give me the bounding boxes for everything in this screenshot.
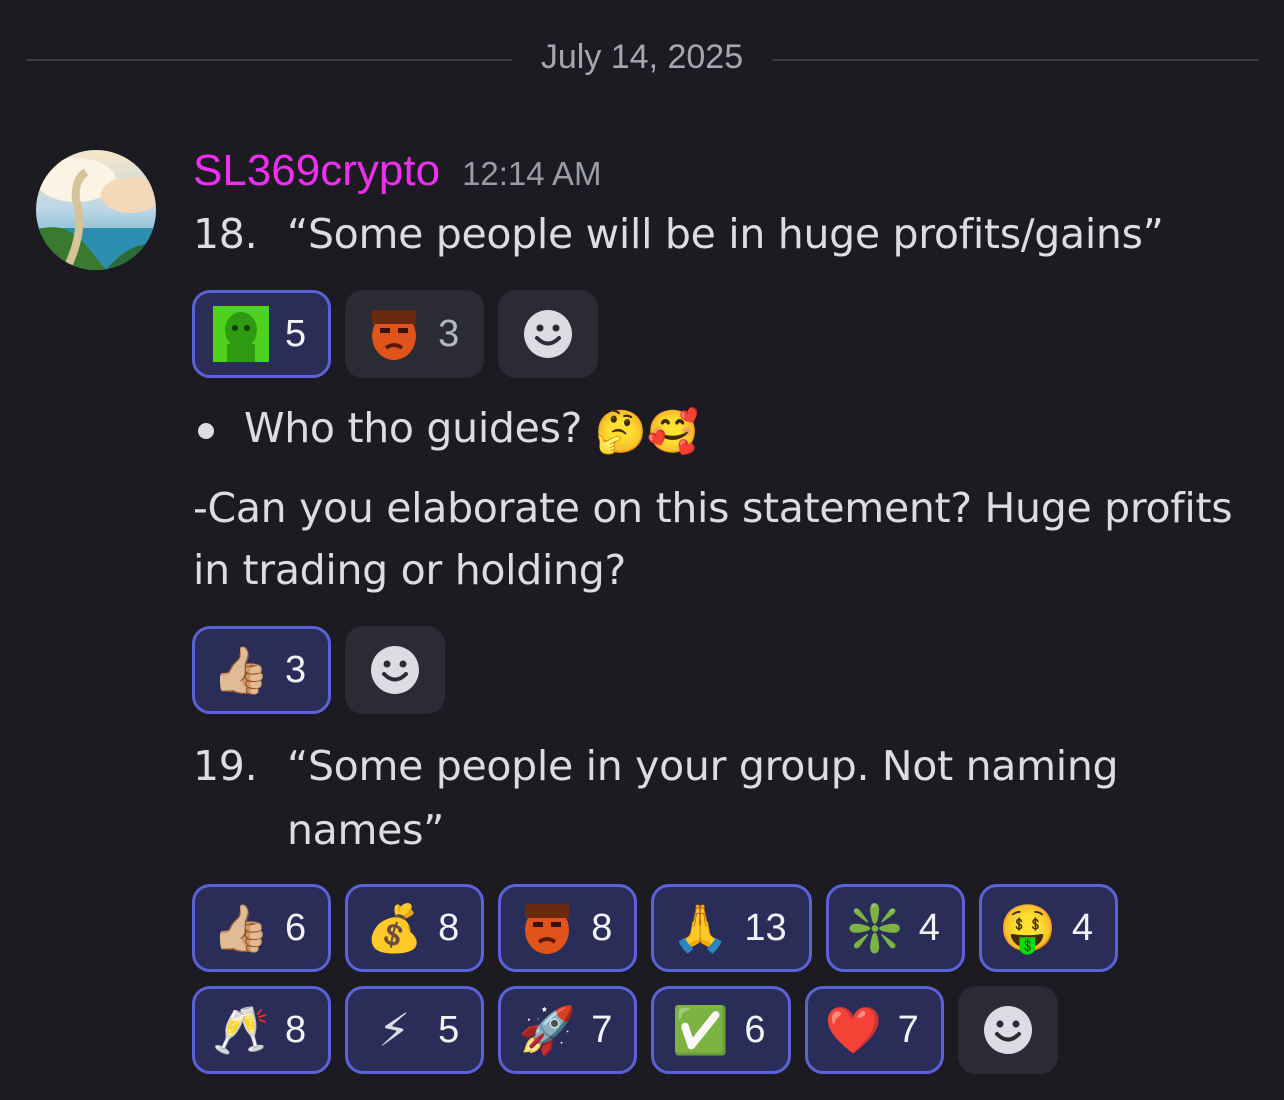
bullet-point bbox=[198, 423, 214, 439]
heart-icon: ❤️ bbox=[824, 1003, 883, 1057]
rocket-icon: 🚀 bbox=[518, 1003, 576, 1057]
thinking-face-icon: 🤔🥰 bbox=[594, 407, 699, 456]
reaction-leo[interactable]: 3 bbox=[345, 290, 485, 378]
add-reaction-smiley-icon bbox=[371, 646, 420, 694]
champagne-icon: 🥂 bbox=[212, 1003, 270, 1057]
reaction-check-mark[interactable]: ✅ 6 bbox=[651, 986, 791, 1074]
bullet-text: Who tho guides? bbox=[244, 404, 583, 452]
reaction-count: 5 bbox=[285, 312, 307, 355]
reaction-count: 3 bbox=[438, 312, 460, 355]
reaction-count: 8 bbox=[285, 1008, 307, 1051]
reaction-count: 7 bbox=[897, 1008, 919, 1051]
reaction-count: 8 bbox=[438, 906, 460, 949]
reaction-money-bag[interactable]: 💰 8 bbox=[345, 884, 485, 972]
reaction-sparkle[interactable]: ❇️ 4 bbox=[825, 884, 965, 972]
item-19-continued: names” bbox=[287, 806, 445, 854]
reaction-bar: 🥂 8 ⚡ 5 🚀 7 ✅ 6 ❤️ 7 bbox=[192, 986, 1058, 1074]
date-divider-label: July 14, 2025 bbox=[540, 38, 744, 76]
reaction-bar: 5 3 bbox=[192, 290, 599, 378]
add-reaction-button[interactable] bbox=[957, 986, 1058, 1074]
bullet-line: Who tho guides? 🤔🥰 bbox=[244, 404, 699, 457]
reaction-count: 4 bbox=[918, 906, 940, 949]
reaction-count: 13 bbox=[744, 906, 787, 949]
reaction-count: 3 bbox=[285, 648, 307, 691]
reaction-count: 8 bbox=[591, 906, 613, 949]
add-reaction-button[interactable] bbox=[345, 626, 446, 714]
thumbs-up-icon: 👍🏼 bbox=[212, 643, 270, 697]
reaction-count: 4 bbox=[1071, 906, 1093, 949]
add-reaction-smiley-icon bbox=[524, 310, 573, 358]
leo-face-sticker-icon bbox=[519, 900, 575, 956]
reaction-lightning[interactable]: ⚡ 5 bbox=[345, 986, 485, 1074]
add-reaction-button[interactable] bbox=[498, 290, 599, 378]
message-header: SL369crypto 12:14 AM bbox=[193, 146, 602, 196]
thumbs-up-icon: 👍🏼 bbox=[212, 901, 270, 955]
praying-hands-icon: 🙏 bbox=[671, 901, 730, 955]
reaction-bar: 👍🏼 6 💰 8 8 🙏 13 ❇️ 4 🤑 4 bbox=[192, 884, 1118, 972]
paragraph-line-2: in trading or holding? bbox=[193, 546, 626, 594]
reaction-pepe[interactable]: 5 bbox=[192, 290, 332, 378]
reaction-count: 6 bbox=[744, 1008, 766, 1051]
add-reaction-smiley-icon bbox=[983, 1006, 1032, 1054]
item-18: 18. “Some people will be in huge profits/… bbox=[193, 210, 1164, 258]
pepe-sticker-icon bbox=[213, 306, 269, 362]
timestamp: 12:14 AM bbox=[462, 155, 602, 192]
reaction-count: 6 bbox=[285, 906, 307, 949]
item-19: 19. “Some people in your group. Not namin… bbox=[193, 742, 1119, 790]
item-number: 18. bbox=[193, 210, 258, 258]
date-divider-line-right bbox=[772, 59, 1258, 61]
paragraph-line-1: -Can you elaborate on this statement? Hu… bbox=[193, 484, 1233, 532]
reaction-champagne[interactable]: 🥂 8 bbox=[192, 986, 332, 1074]
lightning-icon: ⚡ bbox=[377, 1003, 411, 1057]
reaction-leo[interactable]: 8 bbox=[498, 884, 638, 972]
leo-face-sticker-icon bbox=[366, 306, 422, 362]
reaction-count: 5 bbox=[438, 1008, 460, 1051]
check-mark-icon: ✅ bbox=[671, 1003, 730, 1057]
reaction-rocket[interactable]: 🚀 7 bbox=[498, 986, 638, 1074]
money-bag-icon: 💰 bbox=[365, 901, 423, 955]
reaction-heart[interactable]: ❤️ 7 bbox=[804, 986, 944, 1074]
reaction-bar: 👍🏼 3 bbox=[192, 626, 446, 714]
money-mouth-icon: 🤑 bbox=[999, 901, 1057, 955]
reaction-count: 7 bbox=[591, 1008, 613, 1051]
reaction-thumbs-up[interactable]: 👍🏼 6 bbox=[192, 884, 332, 972]
item-text: “Some people in your group. Not naming bbox=[287, 742, 1119, 790]
username[interactable]: SL369crypto bbox=[193, 146, 440, 195]
reaction-praying-hands[interactable]: 🙏 13 bbox=[651, 884, 812, 972]
item-number: 19. bbox=[193, 742, 258, 790]
sparkle-icon: ❇️ bbox=[846, 901, 904, 955]
reaction-thumbs-up[interactable]: 👍🏼 3 bbox=[192, 626, 332, 714]
item-text: “Some people will be in huge profits/gai… bbox=[287, 210, 1164, 258]
reaction-money-mouth[interactable]: 🤑 4 bbox=[978, 884, 1118, 972]
avatar[interactable] bbox=[36, 150, 156, 270]
